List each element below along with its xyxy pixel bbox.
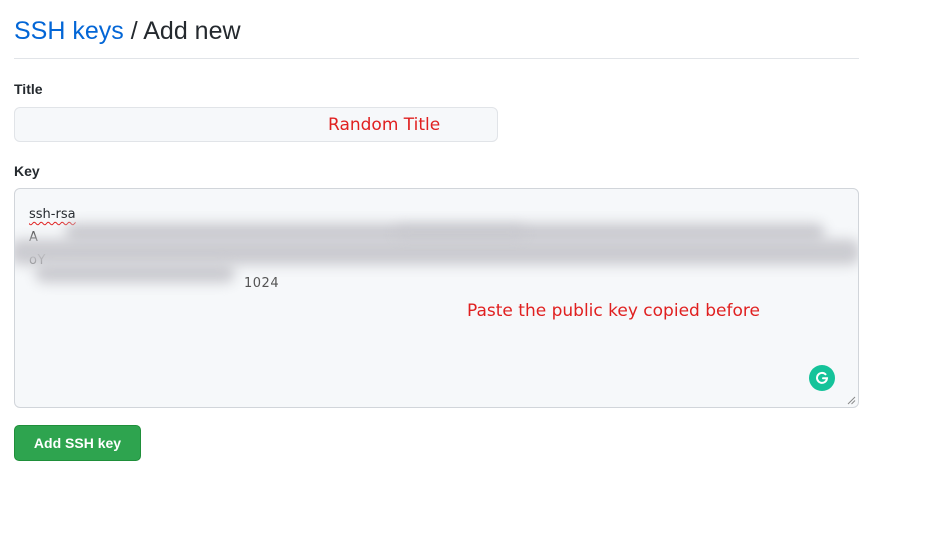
add-ssh-key-button[interactable]: Add SSH key — [14, 425, 141, 461]
breadcrumb-ssh-keys-link[interactable]: SSH keys — [14, 17, 124, 45]
title-input[interactable] — [14, 107, 498, 142]
breadcrumb: SSH keys / Add new — [14, 14, 859, 48]
redaction-mask — [395, 225, 525, 239]
resize-handle-icon[interactable] — [847, 396, 856, 405]
redaction-mask — [15, 239, 858, 265]
breadcrumb-separator: / — [130, 17, 138, 45]
page-header: SSH keys / Add new — [14, 14, 859, 59]
key-label: Key — [14, 163, 40, 179]
breadcrumb-current: Add new — [143, 17, 241, 45]
redaction-mask — [35, 263, 235, 283]
key-textarea[interactable]: ssh-rsa A oY 1024 — [14, 188, 859, 408]
title-label: Title — [14, 81, 43, 97]
key-type-prefix: ssh-rsa — [29, 207, 76, 222]
grammarly-icon[interactable] — [809, 365, 835, 391]
add-ssh-key-page: SSH keys / Add new Title Random Title Ke… — [0, 0, 930, 542]
